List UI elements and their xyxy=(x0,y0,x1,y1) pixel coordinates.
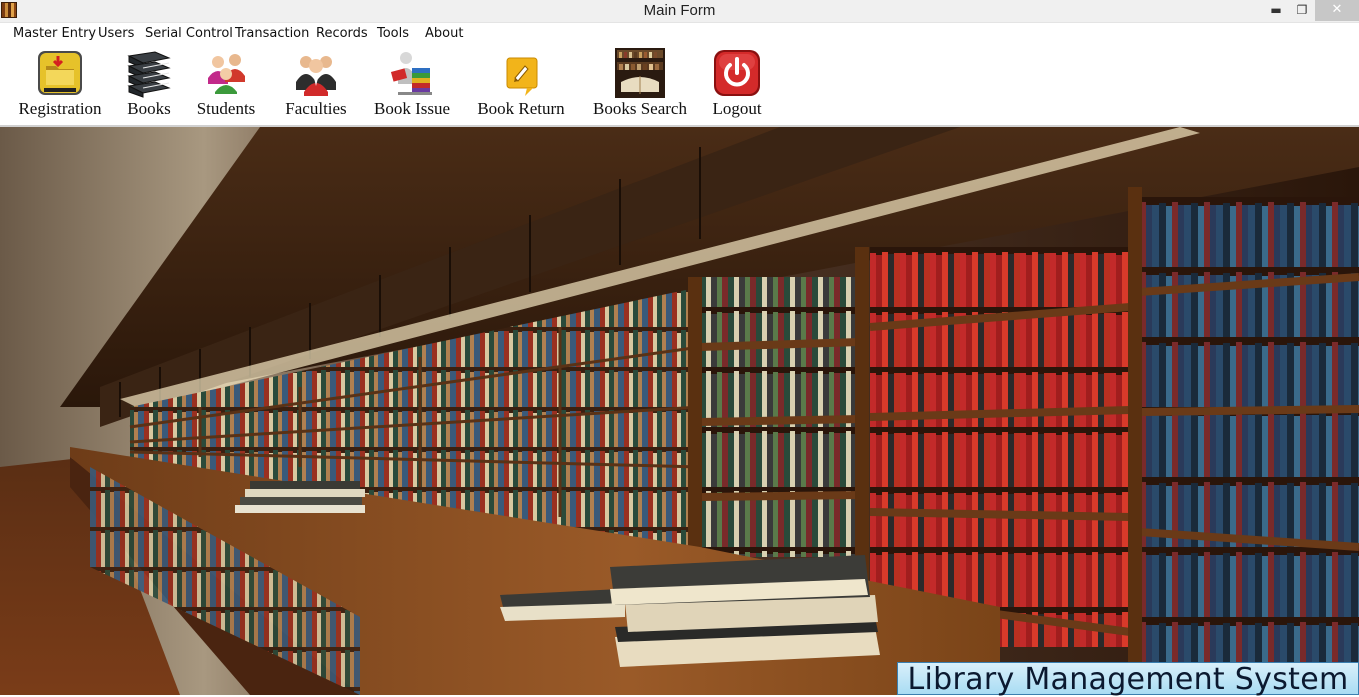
books-search-button[interactable]: Books Search xyxy=(587,48,693,119)
book-issue-button[interactable]: Book Issue xyxy=(370,48,454,119)
book-issue-label: Book Issue xyxy=(373,99,451,118)
menu-about[interactable]: About xyxy=(425,26,463,41)
books-label: Books xyxy=(127,99,171,118)
faculties-icon xyxy=(292,48,340,98)
menu-master-entry[interactable]: Master Entry xyxy=(13,26,96,41)
title-bar: Main Form ▬ ❐ ✕ xyxy=(0,0,1359,23)
library-background-image xyxy=(0,127,1359,695)
menu-records[interactable]: Records xyxy=(316,26,368,41)
book-return-button[interactable]: Book Return xyxy=(473,48,569,119)
logout-button[interactable]: Logout xyxy=(708,48,766,119)
students-label: Students xyxy=(196,99,256,118)
registration-button[interactable]: Registration xyxy=(12,48,108,119)
students-button[interactable]: Students xyxy=(190,48,262,119)
window-title: Main Form xyxy=(643,2,716,19)
toolbar: Registration Books Students Faculties Bo… xyxy=(0,45,1359,125)
books-search-icon xyxy=(615,48,665,98)
students-icon xyxy=(202,48,250,98)
registration-label: Registration xyxy=(18,99,102,118)
minimize-button[interactable]: ▬ xyxy=(1262,0,1290,21)
menu-users[interactable]: Users xyxy=(98,26,134,41)
book-issue-icon xyxy=(388,48,436,98)
faculties-label: Faculties xyxy=(285,99,347,118)
menu-bar: Master Entry Users Serial Control Transa… xyxy=(0,23,1359,45)
menu-tools[interactable]: Tools xyxy=(377,26,409,41)
app-banner: Library Management System xyxy=(897,662,1359,697)
banner-title: Library Management System xyxy=(907,662,1349,697)
faculties-button[interactable]: Faculties xyxy=(280,48,352,119)
books-stack-icon xyxy=(125,48,173,98)
menu-serial-control[interactable]: Serial Control xyxy=(145,26,233,41)
book-return-icon xyxy=(497,48,545,98)
menu-transaction[interactable]: Transaction xyxy=(235,26,309,41)
books-search-label: Books Search xyxy=(593,99,687,118)
books-button[interactable]: Books xyxy=(122,48,176,119)
close-button[interactable]: ✕ xyxy=(1315,0,1359,21)
book-return-label: Book Return xyxy=(477,99,565,118)
power-icon xyxy=(713,48,761,98)
restore-button[interactable]: ❐ xyxy=(1288,0,1316,21)
registration-folder-icon xyxy=(36,48,84,98)
logout-label: Logout xyxy=(712,99,762,118)
